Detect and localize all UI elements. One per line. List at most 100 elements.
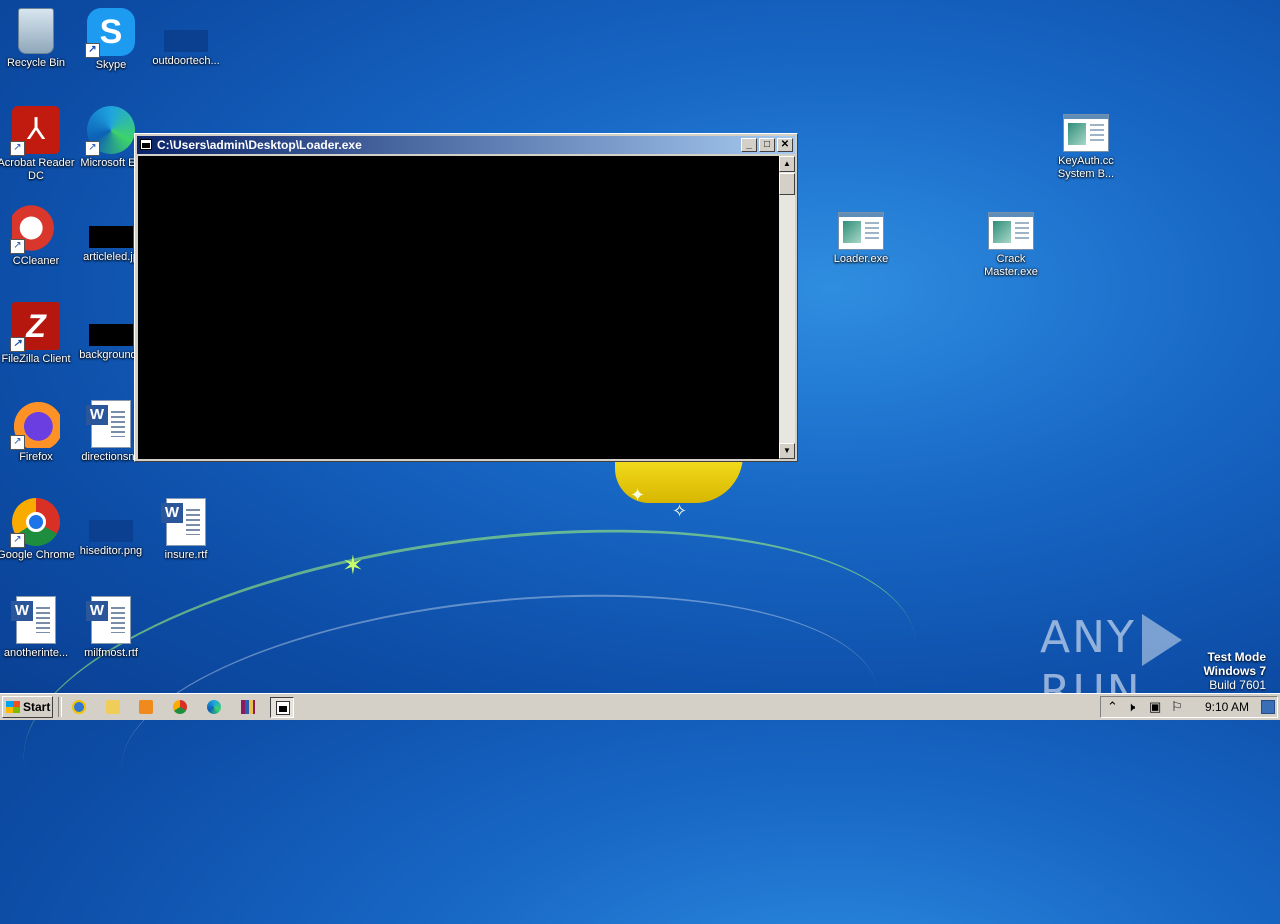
desktop-icon-insure[interactable]: W insure.rtf [147,498,225,562]
filezilla-glyph: Z [26,308,46,344]
console-titlebar[interactable]: C:\Users\admin\Desktop\Loader.exe _ □ ✕ [137,136,795,154]
desktop-icon-label: Crack Master.exe [984,253,1038,278]
desktop-icon-hiseditor[interactable]: hiseditor.png [72,498,150,558]
play-icon [1141,614,1182,666]
vertical-scrollbar[interactable]: ▲ ▼ [779,156,795,459]
acrobat-glyph: ⅄ [26,113,46,146]
console-title: C:\Users\admin\Desktop\Loader.exe [157,138,362,152]
folder-icon [106,700,120,714]
volume-icon[interactable]: 🕨 [1127,699,1135,715]
word-glyph: W [86,405,108,425]
desktop-icon-label: hiseditor.png [79,545,143,557]
taskbar-app-media-player[interactable] [134,697,158,718]
network-icon[interactable]: ▣ [1149,699,1161,715]
taskbar: Start ⌃ 🕨 ▣ ⚐ 9:10 AM [0,693,1280,720]
desktop-icon-label: Acrobat Reader DC [0,157,75,182]
taskbar-app-chrome[interactable] [168,697,192,718]
desktop-icon-label: milfmost.rtf [84,647,138,659]
desktop-icon-chrome[interactable]: ↗ Google Chrome [0,498,75,562]
desktop-icon-acrobat[interactable]: ⅄ ↗ Acrobat Reader DC [0,106,75,183]
anyrun-text-left: ANY [1040,612,1136,663]
show-desktop-button[interactable] [1261,700,1275,714]
desktop-icon-crackmaster[interactable]: Crack Master.exe [972,204,1050,279]
taskbar-app-internet-explorer[interactable] [67,697,91,718]
edge-icon: ↗ [85,106,135,156]
windows-logo-icon [6,701,20,713]
desktop-icon-keyauth[interactable]: KeyAuth.cc System B... [1047,106,1125,181]
word-document-icon: W [161,498,206,546]
taskbar-app-loader-console[interactable] [270,697,294,718]
watermark-line1: Test Mode [1207,650,1266,664]
desktop-icon-firefox[interactable]: ↗ Firefox [0,400,75,464]
shortcut-arrow-icon: ↗ [10,239,25,254]
shortcut-arrow-icon: ↗ [85,141,100,156]
taskbar-app-winrar[interactable] [236,697,260,718]
desktop-icon-label: outdoortech... [152,55,220,67]
action-center-flag-icon[interactable]: ⚐ [1171,699,1183,715]
scroll-thumb[interactable] [779,173,795,195]
clock[interactable]: 9:10 AM [1205,697,1249,717]
word-glyph: W [11,601,33,621]
word-document-icon: W [86,400,131,448]
start-label: Start [23,700,51,714]
media-player-icon [139,700,153,714]
windows-test-mode-watermark: Test Mode Windows 7 Build 7601 [1203,650,1266,692]
desktop-icon-ccleaner[interactable]: ↗ CCleaner [0,204,75,268]
console-window[interactable]: C:\Users\admin\Desktop\Loader.exe _ □ ✕ … [134,133,798,462]
shortcut-arrow-icon: ↗ [10,533,25,548]
firefox-icon: ↗ [10,400,60,450]
word-document-icon: W [11,596,56,644]
edge-icon [207,700,221,714]
minimize-button[interactable]: _ [741,138,757,152]
console-output[interactable] [138,156,779,459]
exe-icon [988,212,1034,250]
word-document-icon: W [86,596,131,644]
desktop-icon-milfmost[interactable]: W milfmost.rtf [72,596,150,660]
image-thumbnail-icon [89,324,133,346]
shortcut-arrow-icon: ↗ [10,141,25,156]
watermark-line3: Build 7601 [1209,678,1266,692]
filezilla-icon: Z ↗ [10,302,60,352]
maximize-button[interactable]: □ [759,138,775,152]
wallpaper-sparkle: ✧ [672,501,688,521]
word-glyph: W [161,503,183,523]
desktop-icon-label: Recycle Bin [6,57,66,69]
desktop-icon-label: Google Chrome [0,549,75,561]
system-tray: ⌃ 🕨 ▣ ⚐ 9:10 AM [1100,696,1278,718]
desktop-icon-label: KeyAuth.cc System B... [1057,155,1115,180]
image-thumbnail-icon [89,226,133,248]
skype-glyph: S [99,13,123,51]
desktop-icon-loader[interactable]: Loader.exe [822,204,900,266]
recycle-bin-icon [18,8,54,54]
desktop-icon-recycle-bin[interactable]: Recycle Bin [0,8,75,70]
shortcut-arrow-icon: ↗ [85,43,100,58]
chrome-icon: ↗ [10,498,60,548]
watermark-line2: Windows 7 [1203,664,1266,678]
desktop-icon-label: CCleaner [12,255,60,267]
winrar-icon [241,700,255,714]
desktop-icon-label: Skype [95,59,127,71]
desktop-icon-skype[interactable]: S ↗ Skype [72,8,150,72]
close-button[interactable]: ✕ [777,138,793,152]
shortcut-arrow-icon: ↗ [10,337,25,352]
desktop-icon-anotherinte[interactable]: W anotherinte... [0,596,75,660]
image-thumbnail-icon [89,520,133,542]
scroll-up-button[interactable]: ▲ [779,156,795,172]
internet-explorer-icon [72,700,86,714]
start-button[interactable]: Start [2,696,53,718]
ccleaner-icon: ↗ [10,204,60,254]
desktop-icon-label: FileZilla Client [1,353,71,365]
desktop-icon-label: insure.rtf [164,549,208,561]
scroll-down-button[interactable]: ▼ [779,443,795,459]
taskbar-app-edge[interactable] [202,697,226,718]
console-icon [140,139,152,150]
acrobat-icon: ⅄ ↗ [10,106,60,156]
taskbar-app-explorer[interactable] [101,697,125,718]
shortcut-arrow-icon: ↗ [10,435,25,450]
desktop-icon-filezilla[interactable]: Z ↗ FileZilla Client [0,302,75,366]
desktop-icon-outdoortech[interactable]: outdoortech... [147,8,225,68]
desktop-icon-label: Firefox [19,451,53,463]
tray-chevron-icon[interactable]: ⌃ [1107,699,1118,715]
wallpaper-sparkle: ✦ [630,485,646,505]
console-icon [276,701,290,715]
